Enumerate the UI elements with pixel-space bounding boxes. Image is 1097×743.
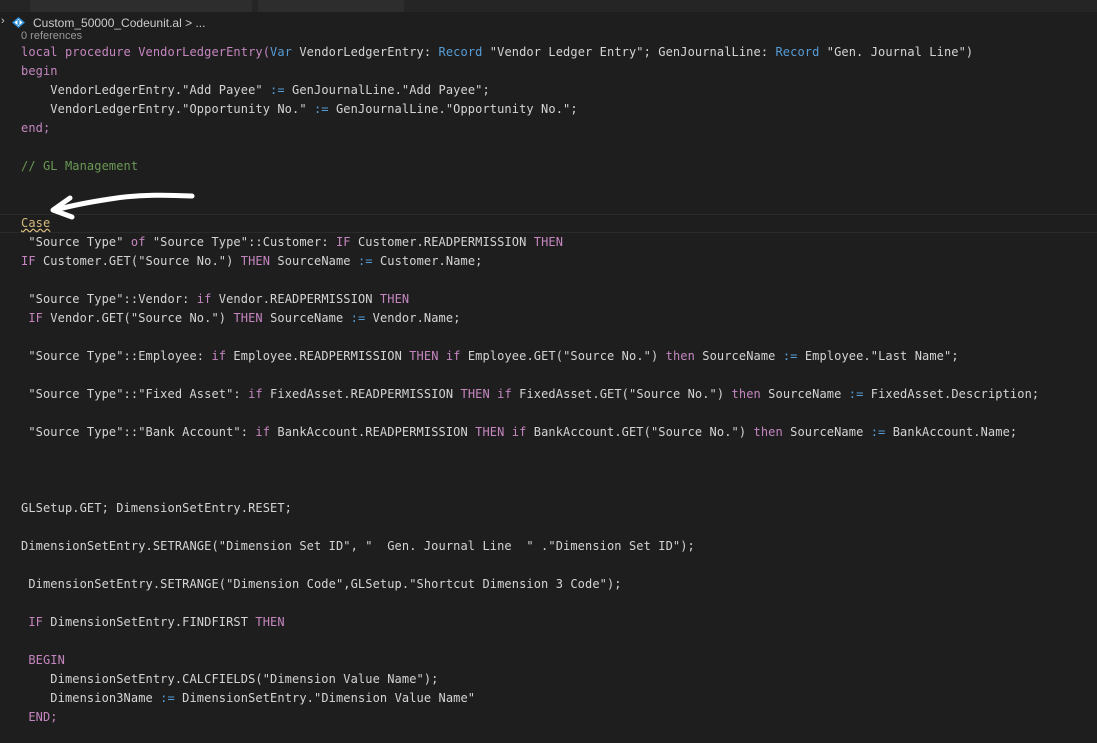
code-line: "Source Type"::"Bank Account": if BankAc… [21, 425, 1018, 439]
annotation-arrow-icon [50, 192, 195, 220]
code-line: IF Customer.GET("Source No.") THEN Sourc… [21, 254, 483, 268]
code-line: "Source Type"::Vendor: if Vendor.READPER… [21, 292, 410, 306]
code-line: END; [21, 710, 58, 724]
code-line: local procedure VendorLedgerEntry(Var Ve… [21, 45, 974, 59]
code-line: end; [21, 121, 51, 135]
code-line: Dimension3Name := DimensionSetEntry."Dim… [21, 691, 476, 705]
code-editor[interactable]: local procedure VendorLedgerEntry(Var Ve… [0, 0, 1097, 743]
code-line: GLSetup.GET; DimensionSetEntry.RESET; [21, 501, 293, 515]
code-line: BEGIN [21, 653, 65, 667]
code-line: "Source Type" of "Source Type"::Customer… [21, 235, 564, 249]
code-line: "Source Type"::Employee: if Employee.REA… [21, 349, 959, 363]
code-line: DimensionSetEntry.SETRANGE("Dimension Se… [21, 539, 695, 553]
code-line: begin [21, 64, 58, 78]
code-line: DimensionSetEntry.SETRANGE("Dimension Co… [21, 577, 622, 591]
code-line: IF DimensionSetEntry.FINDFIRST THEN [21, 615, 285, 629]
code-comment: // GL Management [21, 159, 139, 173]
code-line: VendorLedgerEntry."Opportunity No." := G… [21, 102, 578, 116]
code-line: IF Vendor.GET("Source No.") THEN SourceN… [21, 311, 461, 325]
code-line: "Source Type"::"Fixed Asset": if FixedAs… [21, 387, 1040, 401]
code-line: DimensionSetEntry.CALCFIELDS("Dimension … [21, 672, 439, 686]
code-line: VendorLedgerEntry."Add Payee" := GenJour… [21, 83, 490, 97]
